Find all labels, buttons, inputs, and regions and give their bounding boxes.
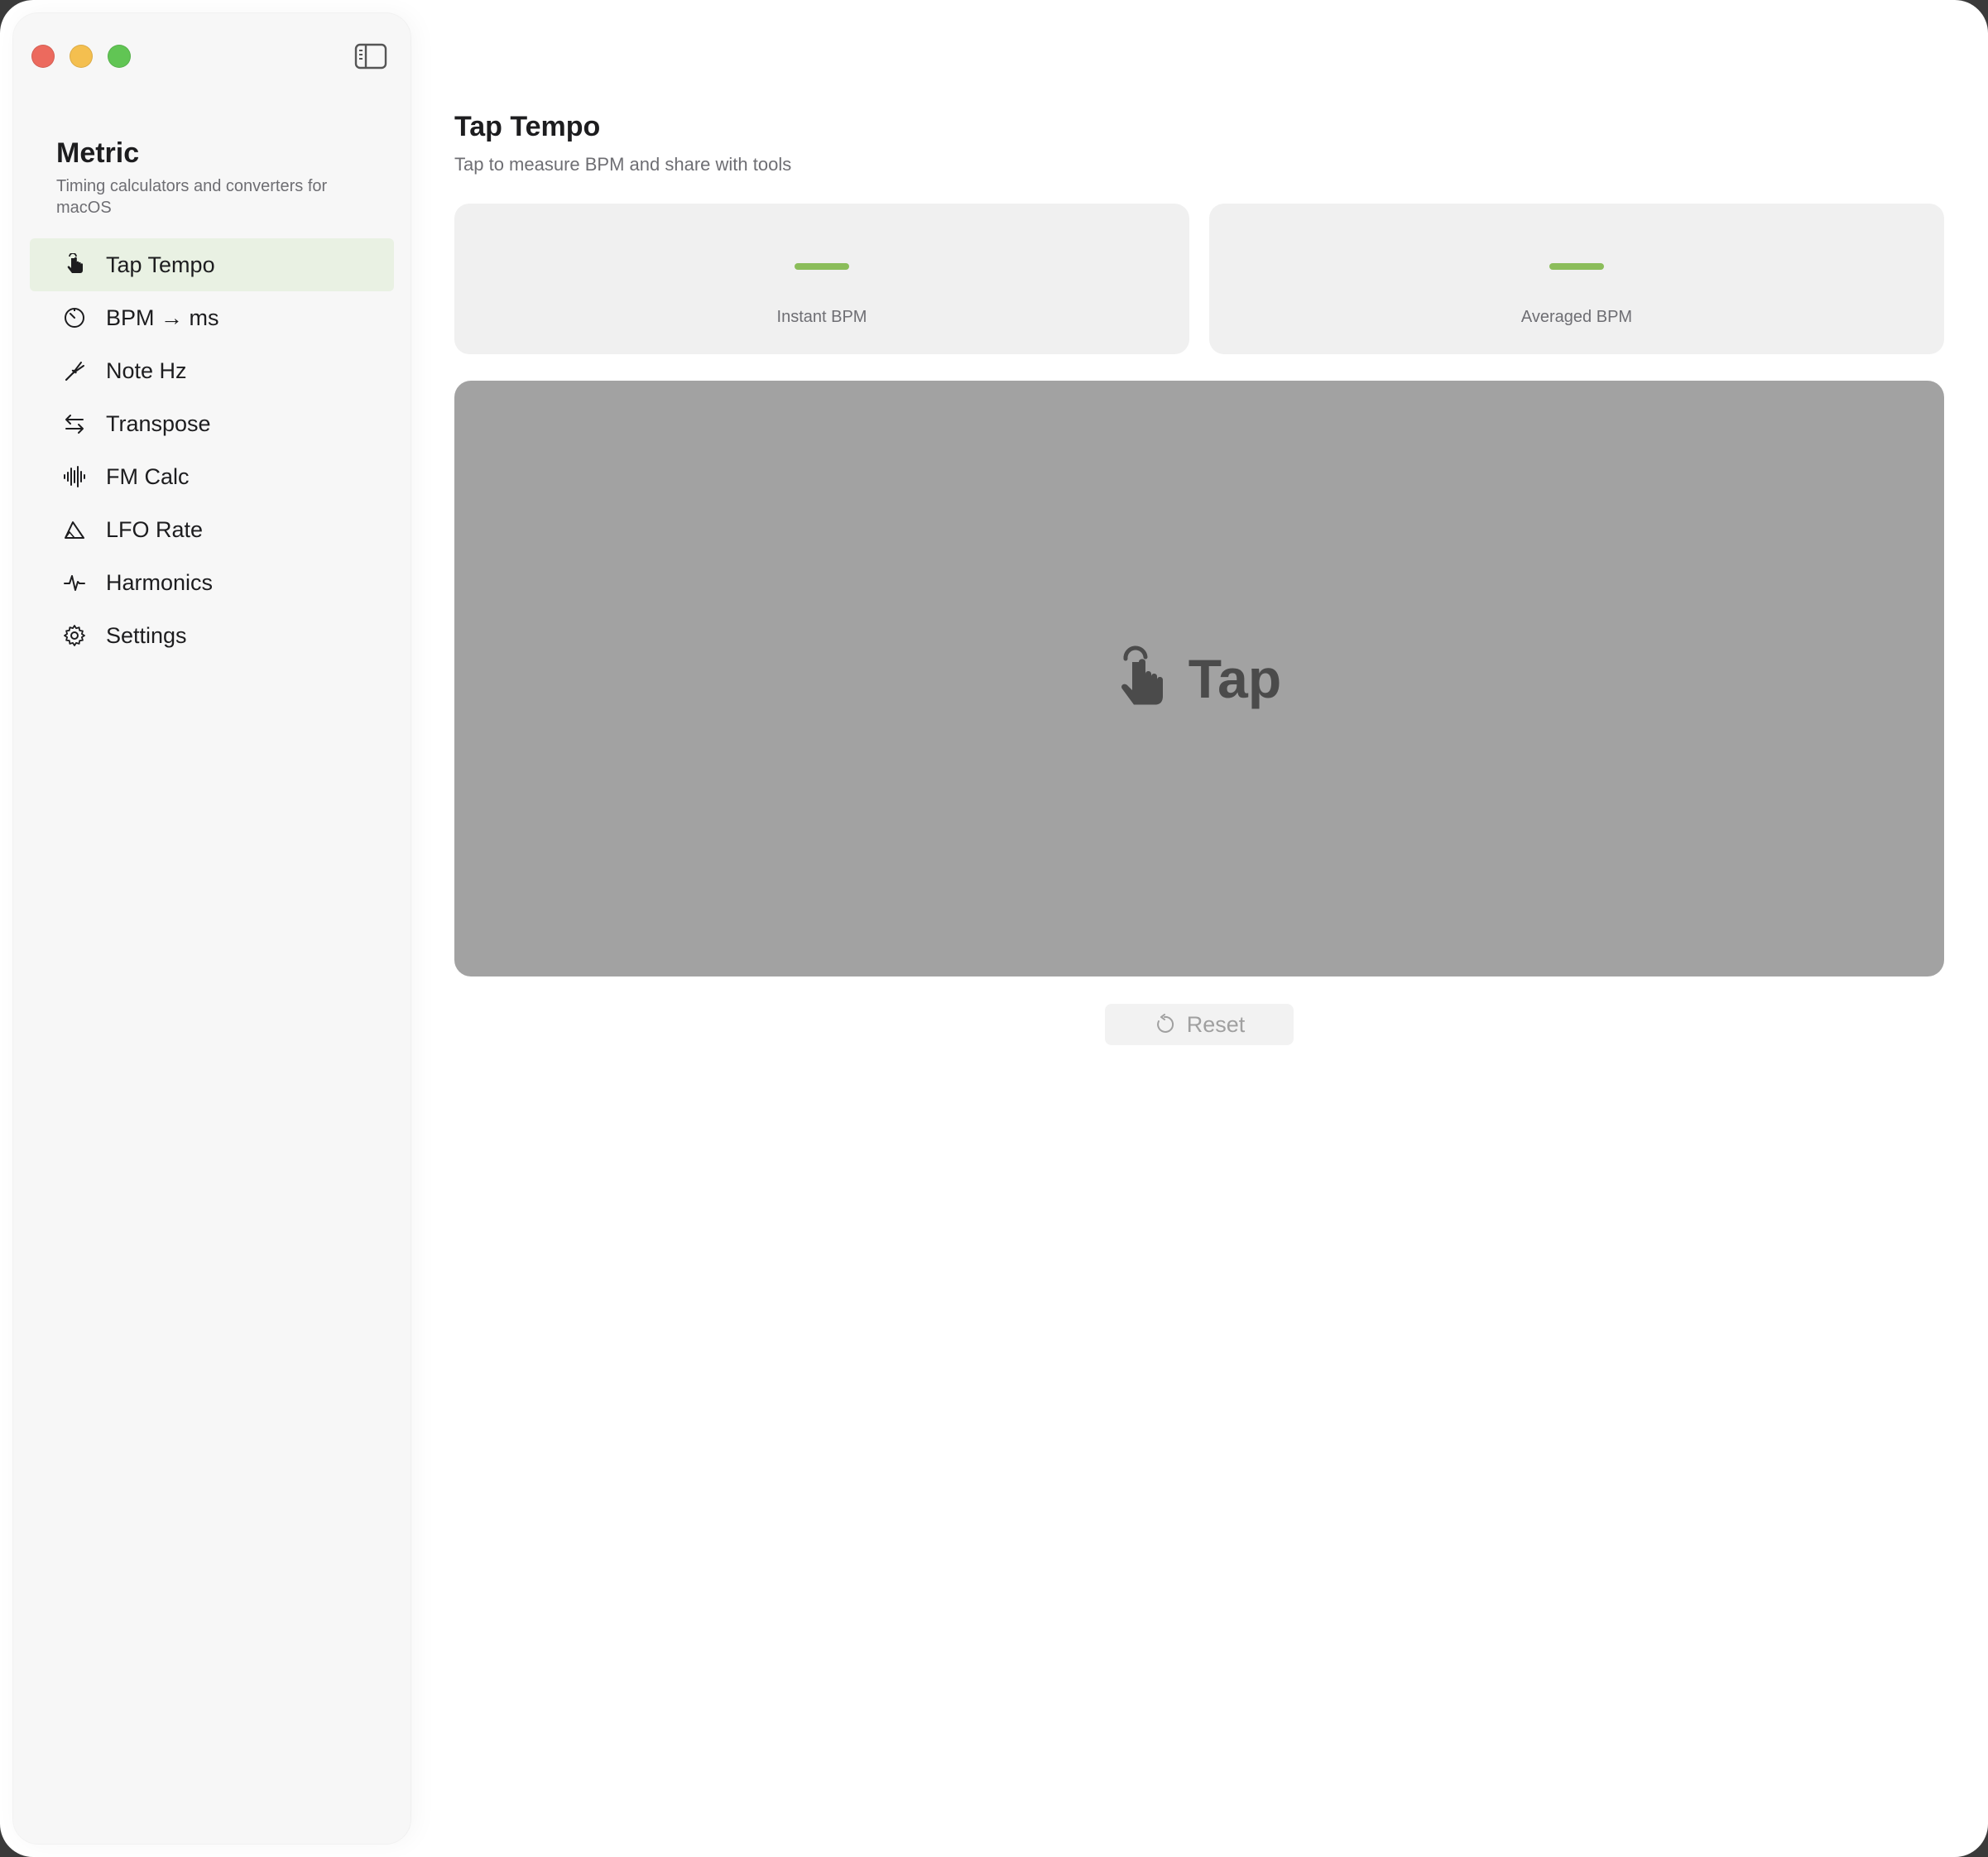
sidebar-nav: Tap Tempo BPM → ms Note Hz Transpose FM … xyxy=(30,238,394,662)
hand-tap-icon xyxy=(67,253,83,273)
sidebar-item-label: Transpose xyxy=(106,411,211,436)
reset-label: Reset xyxy=(1186,1011,1246,1037)
reset-icon xyxy=(1156,1014,1174,1033)
close-window-button[interactable] xyxy=(31,45,55,68)
sidebar-item-lfo-rate[interactable]: LFO Rate xyxy=(30,503,394,556)
sidebar-item-label: Tap Tempo xyxy=(106,252,215,277)
sidebar-toggle-icon[interactable] xyxy=(354,43,387,70)
instant-bpm-placeholder xyxy=(795,263,849,270)
sidebar-item-note-hz[interactable]: Note Hz xyxy=(30,344,394,397)
hand-tap-icon xyxy=(1121,645,1163,705)
sidebar-item-transpose[interactable]: Transpose xyxy=(30,397,394,450)
sidebar-item-harmonics[interactable]: Harmonics xyxy=(30,556,394,609)
app-subtitle: Timing calculators and converters for ma… xyxy=(56,177,328,217)
averaged-bpm-card: Averaged BPM xyxy=(1209,204,1944,354)
sidebar-item-bpm-ms[interactable]: BPM → ms xyxy=(30,291,394,344)
sidebar-item-label: Settings xyxy=(106,623,187,648)
page-title: Tap Tempo xyxy=(454,111,601,142)
tap-pad[interactable]: Tap xyxy=(454,381,1944,976)
sidebar-item-label: Note Hz xyxy=(106,358,187,383)
tap-pad-label: Tap xyxy=(1188,648,1282,709)
sidebar: Metric Timing calculators and converters… xyxy=(13,13,411,1844)
triangle-wave-icon xyxy=(65,521,84,539)
app-title: Metric xyxy=(56,137,140,169)
sidebar-item-label: FM Calc xyxy=(106,464,190,489)
zoom-window-button[interactable] xyxy=(108,45,131,68)
timer-icon xyxy=(65,308,84,328)
reset-button[interactable]: Reset xyxy=(1105,1004,1294,1045)
pulse-icon xyxy=(64,575,85,591)
instant-bpm-card: Instant BPM xyxy=(454,204,1189,354)
app-window: Metric Timing calculators and converters… xyxy=(0,0,1988,1857)
instant-bpm-label: Instant BPM xyxy=(776,308,867,326)
tap-pad-content: Tap xyxy=(454,381,1944,976)
averaged-bpm-placeholder xyxy=(1549,263,1604,270)
page-subtitle: Tap to measure BPM and share with tools xyxy=(454,154,792,175)
waveform-icon xyxy=(64,466,85,487)
sidebar-item-label: BPM → ms xyxy=(106,305,219,330)
main-content: Tap Tempo Tap to measure BPM and share w… xyxy=(454,0,1944,1857)
tuning-fork-icon xyxy=(65,362,84,381)
gear-icon xyxy=(64,625,85,646)
sidebar-item-label: Harmonics xyxy=(106,570,214,595)
averaged-bpm-label: Averaged BPM xyxy=(1520,308,1633,326)
sidebar-item-tap-tempo[interactable]: Tap Tempo xyxy=(30,238,394,291)
sidebar-item-settings[interactable]: Settings xyxy=(30,609,394,662)
arrows-swap-icon xyxy=(65,415,84,434)
minimize-window-button[interactable] xyxy=(70,45,93,68)
sidebar-item-label: LFO Rate xyxy=(106,517,204,542)
sidebar-item-fm-calc[interactable]: FM Calc xyxy=(30,450,394,503)
